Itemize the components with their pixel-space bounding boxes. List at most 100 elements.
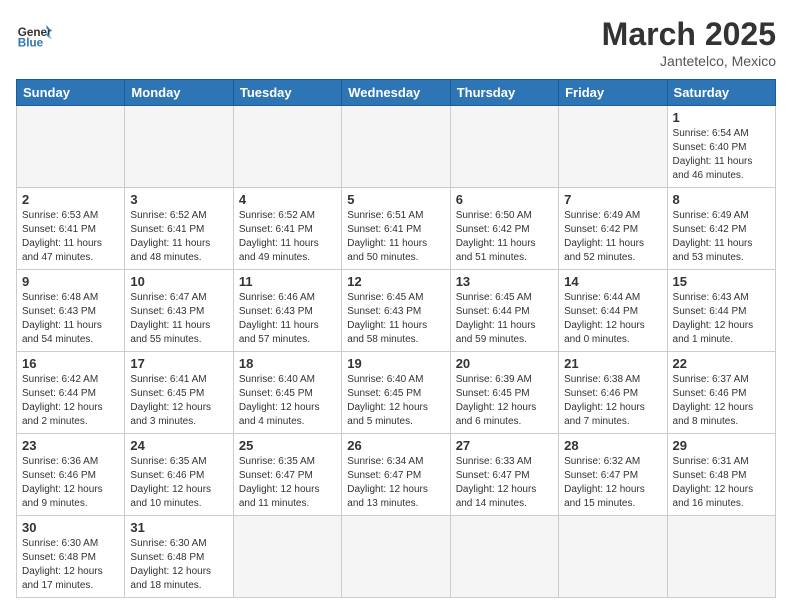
day-info: Sunrise: 6:36 AM Sunset: 6:46 PM Dayligh… (22, 455, 119, 511)
calendar-cell: 5 Sunrise: 6:51 AM Sunset: 6:41 PM Daylig… (342, 188, 450, 270)
day-number: 5 (347, 192, 444, 207)
day-number: 26 (347, 438, 444, 453)
calendar-week-3: 9 Sunrise: 6:48 AM Sunset: 6:43 PM Daylig… (17, 270, 776, 352)
day-info: Sunrise: 6:52 AM Sunset: 6:41 PM Dayligh… (130, 209, 227, 265)
calendar-cell (559, 106, 667, 188)
day-info: Sunrise: 6:52 AM Sunset: 6:41 PM Dayligh… (239, 209, 336, 265)
calendar-cell: 31Sunrise: 6:30 AM Sunset: 6:48 PM Dayli… (125, 516, 233, 598)
calendar-cell: 1Sunrise: 6:54 AM Sunset: 6:40 PM Daylig… (667, 106, 775, 188)
day-number: 16 (22, 356, 119, 371)
day-number: 22 (673, 356, 770, 371)
calendar-cell: 2 Sunrise: 6:53 AM Sunset: 6:41 PM Daylig… (17, 188, 125, 270)
calendar-cell: 26Sunrise: 6:34 AM Sunset: 6:47 PM Dayli… (342, 434, 450, 516)
calendar-cell: 28Sunrise: 6:32 AM Sunset: 6:47 PM Dayli… (559, 434, 667, 516)
day-info: Sunrise: 6:42 AM Sunset: 6:44 PM Dayligh… (22, 373, 119, 429)
calendar-cell: 4 Sunrise: 6:52 AM Sunset: 6:41 PM Daylig… (233, 188, 341, 270)
day-info: Sunrise: 6:48 AM Sunset: 6:43 PM Dayligh… (22, 291, 119, 347)
day-number: 6 (456, 192, 553, 207)
weekday-header-row: SundayMondayTuesdayWednesdayThursdayFrid… (17, 80, 776, 106)
day-info: Sunrise: 6:53 AM Sunset: 6:41 PM Dayligh… (22, 209, 119, 265)
weekday-header-sunday: Sunday (17, 80, 125, 106)
calendar-cell: 7 Sunrise: 6:49 AM Sunset: 6:42 PM Daylig… (559, 188, 667, 270)
weekday-header-tuesday: Tuesday (233, 80, 341, 106)
calendar-cell (342, 106, 450, 188)
day-number: 3 (130, 192, 227, 207)
day-info: Sunrise: 6:45 AM Sunset: 6:44 PM Dayligh… (456, 291, 553, 347)
calendar-cell: 17 Sunrise: 6:41 AM Sunset: 6:45 PM Dayli… (125, 352, 233, 434)
weekday-header-monday: Monday (125, 80, 233, 106)
calendar-cell: 23 Sunrise: 6:36 AM Sunset: 6:46 PM Dayli… (17, 434, 125, 516)
calendar-cell: 6 Sunrise: 6:50 AM Sunset: 6:42 PM Daylig… (450, 188, 558, 270)
calendar-cell: 27 Sunrise: 6:33 AM Sunset: 6:47 PM Dayli… (450, 434, 558, 516)
calendar-cell: 10Sunrise: 6:47 AM Sunset: 6:43 PM Dayli… (125, 270, 233, 352)
day-info: Sunrise: 6:54 AM Sunset: 6:40 PM Dayligh… (673, 127, 770, 183)
calendar-cell: 9 Sunrise: 6:48 AM Sunset: 6:43 PM Daylig… (17, 270, 125, 352)
day-number: 19 (347, 356, 444, 371)
calendar-week-6: 30Sunrise: 6:30 AM Sunset: 6:48 PM Dayli… (17, 516, 776, 598)
calendar-cell (17, 106, 125, 188)
day-number: 27 (456, 438, 553, 453)
day-info: Sunrise: 6:35 AM Sunset: 6:46 PM Dayligh… (130, 455, 227, 511)
day-number: 10 (130, 274, 227, 289)
calendar-cell: 8Sunrise: 6:49 AM Sunset: 6:42 PM Daylig… (667, 188, 775, 270)
calendar-cell: 29Sunrise: 6:31 AM Sunset: 6:48 PM Dayli… (667, 434, 775, 516)
calendar-table: SundayMondayTuesdayWednesdayThursdayFrid… (16, 79, 776, 598)
day-info: Sunrise: 6:39 AM Sunset: 6:45 PM Dayligh… (456, 373, 553, 429)
day-number: 7 (564, 192, 661, 207)
calendar-cell: 20Sunrise: 6:39 AM Sunset: 6:45 PM Dayli… (450, 352, 558, 434)
calendar-cell (559, 516, 667, 598)
month-title: March 2025 (602, 16, 776, 53)
day-number: 11 (239, 274, 336, 289)
calendar-cell: 24 Sunrise: 6:35 AM Sunset: 6:46 PM Dayli… (125, 434, 233, 516)
day-number: 18 (239, 356, 336, 371)
calendar-cell: 11Sunrise: 6:46 AM Sunset: 6:43 PM Dayli… (233, 270, 341, 352)
calendar-cell: 13 Sunrise: 6:45 AM Sunset: 6:44 PM Dayli… (450, 270, 558, 352)
weekday-header-saturday: Saturday (667, 80, 775, 106)
day-number: 9 (22, 274, 119, 289)
calendar-cell: 22 Sunrise: 6:37 AM Sunset: 6:46 PM Dayli… (667, 352, 775, 434)
day-number: 12 (347, 274, 444, 289)
calendar-cell (450, 106, 558, 188)
calendar-week-4: 16 Sunrise: 6:42 AM Sunset: 6:44 PM Dayli… (17, 352, 776, 434)
day-info: Sunrise: 6:50 AM Sunset: 6:42 PM Dayligh… (456, 209, 553, 265)
day-info: Sunrise: 6:38 AM Sunset: 6:46 PM Dayligh… (564, 373, 661, 429)
day-number: 4 (239, 192, 336, 207)
day-number: 24 (130, 438, 227, 453)
calendar-week-1: 1Sunrise: 6:54 AM Sunset: 6:40 PM Daylig… (17, 106, 776, 188)
day-info: Sunrise: 6:40 AM Sunset: 6:45 PM Dayligh… (347, 373, 444, 429)
location: Jantetelco, Mexico (602, 53, 776, 69)
day-info: Sunrise: 6:37 AM Sunset: 6:46 PM Dayligh… (673, 373, 770, 429)
day-number: 25 (239, 438, 336, 453)
day-info: Sunrise: 6:33 AM Sunset: 6:47 PM Dayligh… (456, 455, 553, 511)
calendar-cell: 18 Sunrise: 6:40 AM Sunset: 6:45 PM Dayli… (233, 352, 341, 434)
weekday-header-wednesday: Wednesday (342, 80, 450, 106)
day-number: 2 (22, 192, 119, 207)
day-info: Sunrise: 6:49 AM Sunset: 6:42 PM Dayligh… (564, 209, 661, 265)
calendar-cell (342, 516, 450, 598)
calendar-cell (233, 106, 341, 188)
calendar-week-2: 2 Sunrise: 6:53 AM Sunset: 6:41 PM Daylig… (17, 188, 776, 270)
day-number: 8 (673, 192, 770, 207)
logo-icon: General Blue (16, 16, 52, 52)
day-info: Sunrise: 6:40 AM Sunset: 6:45 PM Dayligh… (239, 373, 336, 429)
calendar-cell: 25Sunrise: 6:35 AM Sunset: 6:47 PM Dayli… (233, 434, 341, 516)
page-header: General Blue March 2025 Jantetelco, Mexi… (16, 16, 776, 69)
day-info: Sunrise: 6:51 AM Sunset: 6:41 PM Dayligh… (347, 209, 444, 265)
day-number: 21 (564, 356, 661, 371)
day-info: Sunrise: 6:44 AM Sunset: 6:44 PM Dayligh… (564, 291, 661, 347)
calendar-cell (125, 106, 233, 188)
day-number: 15 (673, 274, 770, 289)
calendar-cell: 19 Sunrise: 6:40 AM Sunset: 6:45 PM Dayli… (342, 352, 450, 434)
day-info: Sunrise: 6:45 AM Sunset: 6:43 PM Dayligh… (347, 291, 444, 347)
day-number: 17 (130, 356, 227, 371)
weekday-header-friday: Friday (559, 80, 667, 106)
day-info: Sunrise: 6:41 AM Sunset: 6:45 PM Dayligh… (130, 373, 227, 429)
day-info: Sunrise: 6:30 AM Sunset: 6:48 PM Dayligh… (22, 537, 119, 593)
day-number: 13 (456, 274, 553, 289)
calendar-cell: 16 Sunrise: 6:42 AM Sunset: 6:44 PM Dayli… (17, 352, 125, 434)
logo: General Blue (16, 16, 52, 52)
day-number: 29 (673, 438, 770, 453)
calendar-cell: 15Sunrise: 6:43 AM Sunset: 6:44 PM Dayli… (667, 270, 775, 352)
calendar-cell: 14Sunrise: 6:44 AM Sunset: 6:44 PM Dayli… (559, 270, 667, 352)
day-number: 23 (22, 438, 119, 453)
